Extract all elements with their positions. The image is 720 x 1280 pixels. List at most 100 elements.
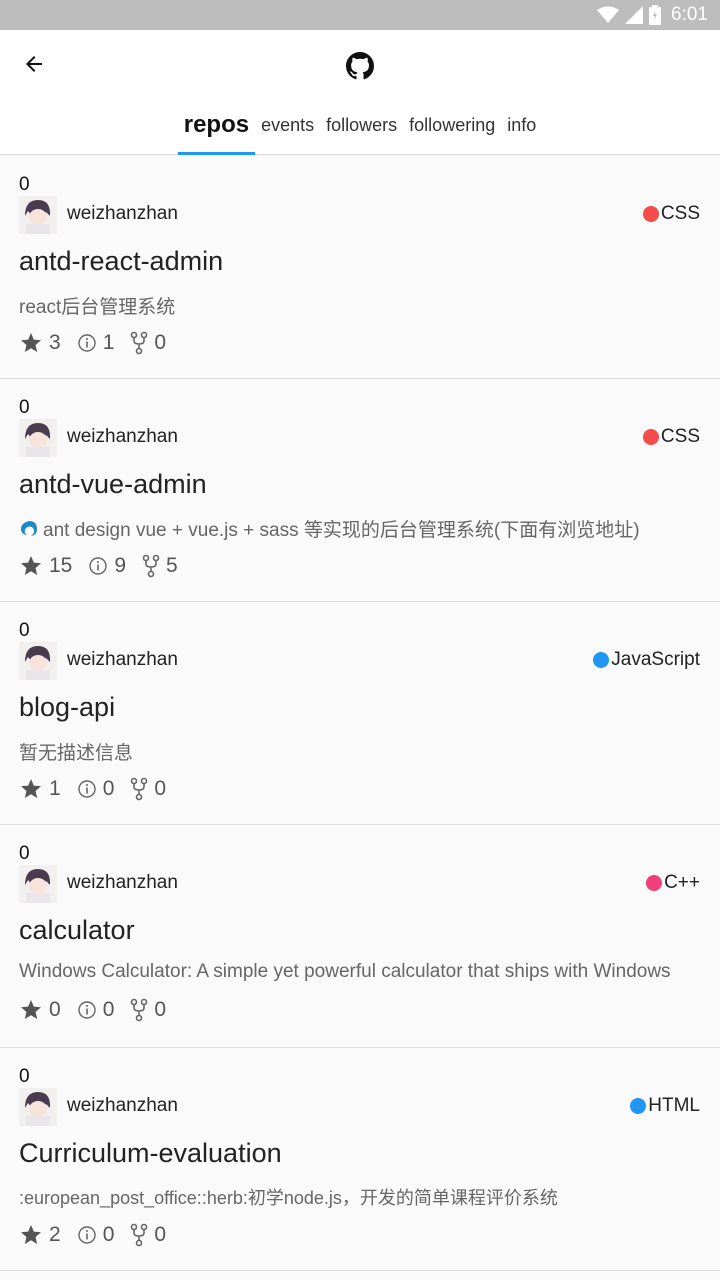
arrow-left-icon	[26, 56, 42, 72]
avatar[interactable]	[19, 1088, 57, 1126]
fork-icon	[131, 777, 148, 801]
repo-description-text: react后台管理系统	[19, 297, 176, 318]
repo-name[interactable]: blog-api	[19, 692, 115, 723]
fork-count: 0	[154, 998, 167, 1021]
repo-stats: 1 0 0	[19, 777, 182, 801]
info-icon	[89, 557, 108, 575]
repo-description: ant design vue + vue.js + sass 等实现的后台管理系…	[19, 515, 640, 542]
language-label: CSS	[660, 203, 700, 224]
repo-description-text: 暂无描述信息	[19, 743, 134, 764]
fork-count: 5	[166, 554, 178, 577]
info-icon	[77, 1001, 96, 1019]
repo-description: :european_post_office::herb:初学node.js，开发…	[19, 1184, 558, 1210]
star-count: 3	[49, 331, 61, 354]
tab-info[interactable]: info	[501, 104, 542, 155]
repo-language: CSS	[642, 426, 700, 448]
repo-language: JavaScript	[593, 649, 700, 671]
repo-description-text: Windows Calculator: A simple yet powerfu…	[19, 961, 671, 982]
issue-count: 9	[114, 554, 127, 577]
github-icon	[346, 52, 374, 80]
tab-bar: repos events followers followering info	[0, 104, 720, 155]
repo-stats: 15 9 5	[19, 554, 194, 578]
repo-language: CSS	[642, 203, 700, 225]
repo-rank: 0	[19, 1066, 30, 1087]
star-icon	[21, 333, 41, 352]
avatar[interactable]	[19, 865, 57, 903]
avatar[interactable]	[19, 642, 57, 680]
repo-owner[interactable]: weizhanzhan	[67, 649, 178, 671]
repo-rank: 0	[19, 620, 30, 641]
repo-description-text: ant design vue + vue.js + sass 等实现的后台管理系…	[43, 520, 640, 541]
language-label: HTML	[648, 1095, 700, 1116]
star-icon	[21, 779, 41, 798]
tab-events[interactable]: events	[255, 104, 320, 155]
repo-owner[interactable]: weizhanzhan	[67, 1095, 178, 1117]
repo-description: 暂无描述信息	[19, 738, 133, 765]
language-label: C++	[664, 872, 700, 893]
issue-count: 0	[102, 777, 115, 800]
repo-stats: 2 0 0	[19, 1223, 182, 1247]
repo-stats: 0 0 0	[19, 998, 182, 1022]
repo-name[interactable]: calculator	[19, 915, 135, 946]
repo-card[interactable]: 0 weizhanzhan CSS antd-react-admin react…	[0, 156, 720, 379]
language-dot	[642, 429, 659, 445]
repo-stats: 3 1 0	[19, 331, 182, 355]
issue-count: 0	[102, 998, 115, 1021]
app-bar: repos events followers followering info	[0, 30, 720, 155]
repo-language: C++	[646, 872, 700, 894]
repo-owner[interactable]: weizhanzhan	[67, 426, 178, 448]
star-count: 1	[49, 777, 61, 800]
wifi-icon	[597, 6, 620, 23]
language-dot	[642, 206, 659, 222]
star-count: 0	[49, 998, 61, 1021]
fork-icon	[131, 331, 148, 355]
repo-card[interactable]: 0 weizhanzhan HTML Curriculum-evaluation…	[0, 1048, 720, 1271]
repo-description: Windows Calculator: A simple yet powerfu…	[19, 961, 671, 983]
info-icon	[77, 780, 96, 798]
star-count: 15	[49, 554, 73, 577]
repo-description-text: :european_post_office::herb:初学node.js，开发…	[19, 1188, 558, 1208]
star-icon	[21, 1225, 41, 1244]
language-label: JavaScript	[611, 649, 700, 670]
tab-followering[interactable]: followering	[403, 104, 501, 155]
repo-card[interactable]: 0 weizhanzhan C++ calculator Windows Cal…	[0, 825, 720, 1048]
repo-language: HTML	[630, 1095, 700, 1117]
tab-followers[interactable]: followers	[320, 104, 403, 155]
avatar[interactable]	[19, 419, 57, 457]
cell-signal-icon	[625, 6, 644, 24]
star-icon	[21, 1000, 41, 1019]
repo-rank: 0	[19, 397, 30, 418]
fork-icon	[142, 554, 160, 578]
star-count: 2	[49, 1223, 61, 1246]
fork-icon	[131, 998, 148, 1022]
language-dot	[593, 652, 610, 668]
fork-count: 0	[154, 777, 167, 800]
fork-icon	[131, 1223, 148, 1247]
language-label: CSS	[660, 426, 700, 447]
repo-description: react后台管理系统	[19, 292, 175, 319]
repo-owner[interactable]: weizhanzhan	[67, 872, 178, 894]
cyclone-icon	[21, 520, 37, 536]
repo-owner[interactable]: weizhanzhan	[67, 203, 178, 225]
repo-list: 0 weizhanzhan CSS antd-react-admin react…	[0, 156, 720, 1271]
tab-repos[interactable]: repos	[177, 104, 256, 155]
fork-count: 0	[154, 331, 167, 354]
language-dot	[630, 1098, 647, 1114]
avatar[interactable]	[19, 196, 57, 234]
repo-name[interactable]: antd-react-admin	[19, 246, 223, 277]
repo-card[interactable]: 0 weizhanzhan CSS antd-vue-admin ant des…	[0, 379, 720, 602]
repo-rank: 0	[19, 843, 30, 864]
status-bar: 6:01	[0, 0, 720, 30]
status-time: 6:01	[671, 4, 708, 25]
info-icon	[77, 334, 96, 352]
repo-card[interactable]: 0 weizhanzhan JavaScript blog-api 暂无描述信息…	[0, 602, 720, 825]
back-button[interactable]	[20, 50, 48, 78]
repo-name[interactable]: Curriculum-evaluation	[19, 1138, 282, 1169]
info-icon	[77, 1226, 96, 1244]
repo-name[interactable]: antd-vue-admin	[19, 469, 207, 500]
issue-count: 1	[102, 331, 115, 354]
repo-rank: 0	[19, 174, 30, 195]
fork-count: 0	[154, 1223, 167, 1246]
battery-icon	[649, 5, 662, 25]
issue-count: 0	[102, 1223, 115, 1246]
